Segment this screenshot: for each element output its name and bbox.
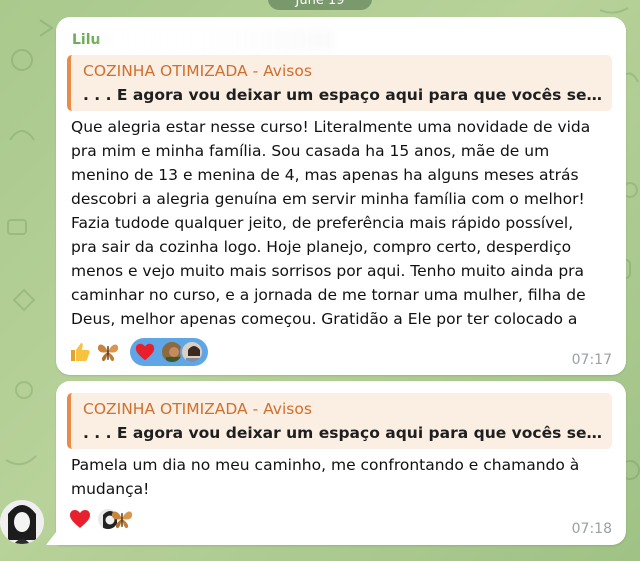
message-line: pra sair da cozinha logo. Hoje planejo, … [71, 238, 572, 256]
reply-quote-text: . . . E agora vou deixar um espaço aqui … [83, 424, 602, 442]
message-line: menos e vejo muito mais sorrisos por aqu… [71, 262, 585, 280]
reactor-avatars [96, 506, 136, 532]
reply-quote-title: COZINHA OTIMIZADA - Avisos [83, 62, 312, 80]
heart-reaction-selected[interactable] [130, 338, 208, 366]
message-line: Pamela um dia no meu caminho, me confron… [71, 456, 580, 474]
date-separator: June 19 [268, 0, 372, 10]
message-bubble[interactable]: Lilu COZINHA OTIMIZADA - Avisos . . . E … [56, 17, 626, 375]
message-bubble[interactable]: COZINHA OTIMIZADA - Avisos . . . E agora… [56, 381, 626, 545]
message-line: caminhar no curso, e a jornada de me tor… [71, 286, 586, 304]
reactions-bar [68, 505, 136, 533]
thumbs-up-icon[interactable] [68, 340, 92, 364]
butterfly-icon[interactable] [96, 340, 120, 364]
heart-icon [135, 343, 155, 361]
reply-quote[interactable]: COZINHA OTIMIZADA - Avisos . . . E agora… [67, 55, 612, 111]
reactions-bar [68, 338, 208, 366]
message-text: Que alegria estar nesse curso! Literalme… [71, 115, 619, 331]
reply-quote[interactable]: COZINHA OTIMIZADA - Avisos . . . E agora… [67, 393, 612, 449]
message-line: mudança! [71, 480, 150, 498]
message-line: menino de 13 e menina de 4, mas apenas h… [71, 166, 579, 184]
message-line: descobri a alegria genuína em servir min… [71, 190, 585, 208]
message-line: pra mim e minha família. Sou casada ha 1… [71, 142, 550, 160]
message-line: Fazia tudode qualquer jeito, de preferên… [71, 214, 574, 232]
reply-quote-title: COZINHA OTIMIZADA - Avisos [83, 400, 312, 418]
sender-avatar[interactable] [0, 500, 44, 544]
message-time: 07:18 [571, 521, 612, 537]
message-line: Deus, melhor apenas começou. Gratidão a … [71, 310, 578, 328]
message-time: 07:17 [571, 352, 612, 368]
reactor-avatar [180, 340, 204, 364]
bubble-tail [46, 527, 60, 545]
redaction-blur [100, 29, 334, 51]
reply-quote-text: . . . E agora vou deixar um espaço aqui … [83, 86, 602, 104]
butterfly-icon[interactable] [110, 507, 134, 531]
message-line: Que alegria estar nesse curso! Literalme… [71, 118, 591, 136]
heart-icon[interactable] [68, 507, 92, 531]
message-text: Pamela um dia no meu caminho, me confron… [71, 453, 619, 501]
